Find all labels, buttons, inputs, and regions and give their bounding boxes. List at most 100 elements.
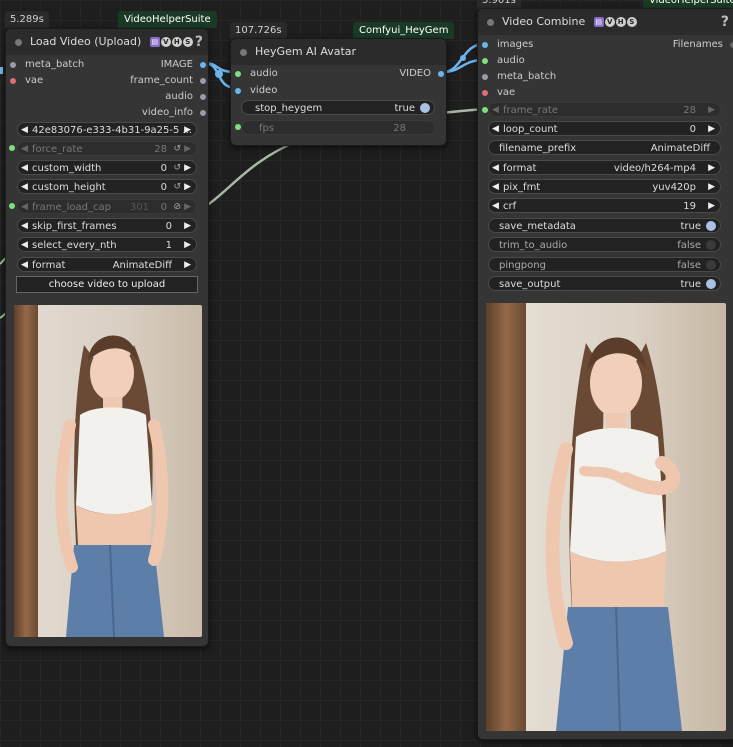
output-slot-audio[interactable]: audio	[165, 89, 206, 105]
arrow-right-icon[interactable]: ▶	[184, 123, 191, 138]
format-widget[interactable]: ◀ format video/h264-mp4 ▶	[488, 160, 721, 175]
trim-to-audio-toggle[interactable]: trim_to_audio false	[488, 237, 721, 252]
reset-icon[interactable]: ↺	[173, 142, 181, 157]
reset-icon[interactable]: ↺	[173, 180, 181, 195]
arrow-left-icon[interactable]: ◀	[492, 161, 499, 176]
slot-dot-icon	[10, 62, 16, 68]
arrow-right-icon[interactable]: ▶	[708, 161, 715, 176]
pingpong-toggle[interactable]: pingpong false	[488, 257, 721, 272]
arrow-right-icon[interactable]: ▶	[184, 219, 191, 234]
widget-hint: 301	[129, 202, 149, 213]
widget-label: loop_count	[503, 124, 558, 135]
widget-label: custom_width	[32, 163, 102, 174]
arrow-left-icon[interactable]: ◀	[21, 200, 28, 215]
video-combine-title-bar[interactable]: Video Combine ▤ V H S ?	[478, 9, 733, 35]
arrow-right-icon[interactable]: ▶	[184, 161, 191, 176]
arrow-left-icon[interactable]: ◀	[21, 258, 28, 273]
video-file-selector[interactable]: ◀ 42e83076-e333-4b31-9a25-5 ... ▶	[17, 122, 197, 137]
help-icon[interactable]: ?	[195, 29, 203, 55]
film-icon: ▤	[593, 17, 604, 27]
arrow-left-icon[interactable]: ◀	[21, 123, 28, 138]
save-metadata-toggle[interactable]: save_metadata true	[488, 218, 721, 233]
node-title: Video Combine	[502, 15, 586, 28]
widget-label: filename_prefix	[499, 143, 577, 154]
stop-heygem-toggle[interactable]: stop_heygem true	[241, 100, 435, 115]
widget-input-dot-icon[interactable]	[9, 145, 15, 151]
arrow-left-icon[interactable]: ◀	[21, 219, 28, 234]
custom-height-widget[interactable]: ◀ custom_height 0 ↺ ▶	[17, 179, 197, 194]
collapse-dot-icon[interactable]	[240, 49, 247, 56]
arrow-left-icon[interactable]: ◀	[21, 238, 28, 253]
crf-widget[interactable]: ◀ crf 19 ▶	[488, 198, 721, 213]
arrow-left-icon[interactable]: ◀	[492, 180, 499, 195]
reset-icon[interactable]: ⊘	[173, 200, 181, 215]
slot-label: video_info	[141, 107, 193, 118]
arrow-right-icon[interactable]: ▶	[184, 258, 191, 273]
arrow-right-icon[interactable]: ▶	[708, 103, 715, 118]
input-slot-audio[interactable]: audio	[482, 53, 525, 69]
badge-v: V	[604, 17, 615, 27]
pix-fmt-widget[interactable]: ◀ pix_fmt yuv420p ▶	[488, 179, 721, 194]
save-output-toggle[interactable]: save_output true	[488, 276, 721, 291]
input-slot-vae[interactable]: vae	[10, 73, 43, 89]
select-every-nth-widget[interactable]: ◀ select_every_nth 1 ▶	[17, 237, 197, 252]
badge-s: S	[182, 37, 193, 47]
input-slot-vae[interactable]: vae	[482, 85, 515, 101]
heygem-title-bar[interactable]: HeyGem AI Avatar	[231, 39, 446, 65]
skip-first-frames-widget[interactable]: ◀ skip_first_frames 0 ▶	[17, 218, 197, 233]
output-slot-image[interactable]: IMAGE	[161, 57, 206, 73]
format-widget[interactable]: ◀ format AnimateDiff ▶	[17, 257, 197, 272]
input-slot-meta-batch[interactable]: meta_batch	[10, 57, 84, 73]
help-icon[interactable]: ?	[721, 9, 729, 35]
arrow-right-icon[interactable]: ▶	[708, 122, 715, 137]
arrow-right-icon[interactable]: ▶	[708, 180, 715, 195]
pack-tag-heygem: Comfyui_HeyGem	[353, 22, 455, 39]
video-preview[interactable]	[14, 305, 202, 637]
load-video-node[interactable]: Load Video (Upload) ▤ V H S ? meta_batch va…	[5, 28, 209, 647]
arrow-left-icon[interactable]: ◀	[21, 142, 28, 157]
loop-count-widget[interactable]: ◀ loop_count 0 ▶	[488, 121, 721, 136]
output-slot-frame-count[interactable]: frame_count	[130, 73, 206, 89]
input-slot-video[interactable]: video	[235, 83, 277, 99]
frame-rate-widget[interactable]: ◀ frame_rate 28 ▶	[488, 102, 721, 117]
upload-button[interactable]: choose video to upload	[16, 276, 198, 293]
slot-label: vae	[497, 87, 516, 98]
arrow-right-icon[interactable]: ▶	[184, 238, 191, 253]
input-slot-meta-batch[interactable]: meta_batch	[482, 69, 556, 85]
arrow-left-icon[interactable]: ◀	[492, 103, 499, 118]
slot-dot-icon	[200, 110, 206, 116]
input-slot-audio[interactable]: audio	[235, 66, 278, 82]
toggle-knob-icon	[706, 279, 716, 289]
custom-width-widget[interactable]: ◀ custom_width 0 ↺ ▶	[17, 160, 197, 175]
arrow-right-icon[interactable]: ▶	[708, 199, 715, 214]
widget-value: 28	[393, 123, 406, 134]
slot-label: vae	[25, 75, 44, 86]
arrow-left-icon[interactable]: ◀	[492, 199, 499, 214]
slot-dot-icon	[235, 71, 241, 77]
output-slot-video-info[interactable]: video_info	[142, 105, 206, 121]
arrow-left-icon[interactable]: ◀	[21, 180, 28, 195]
arrow-left-icon[interactable]: ◀	[492, 122, 499, 137]
arrow-right-icon[interactable]: ▶	[184, 142, 191, 157]
arrow-right-icon[interactable]: ▶	[184, 180, 191, 195]
filename-prefix-widget[interactable]: filename_prefix AnimateDiff	[488, 140, 721, 155]
video-output-preview[interactable]	[486, 303, 726, 731]
output-slot-video[interactable]: VIDEO	[399, 66, 444, 82]
video-combine-node[interactable]: Video Combine ▤ V H S ? images audio meta_b…	[477, 8, 733, 740]
arrow-left-icon[interactable]: ◀	[21, 161, 28, 176]
load-video-title-bar[interactable]: Load Video (Upload) ▤ V H S ?	[6, 29, 208, 55]
output-slot-filenames[interactable]: Filenames	[673, 37, 733, 53]
collapse-dot-icon[interactable]	[487, 19, 494, 26]
slot-label: meta_batch	[497, 71, 557, 82]
fps-widget[interactable]: fps 28	[241, 120, 435, 135]
input-slot-images[interactable]: images	[482, 37, 533, 53]
arrow-right-icon[interactable]: ▶	[184, 200, 191, 215]
force-rate-widget[interactable]: ◀ force_rate 28 ↺ ▶	[17, 141, 197, 156]
widget-label: save_output	[499, 279, 561, 290]
heygem-node[interactable]: HeyGem AI Avatar audio video VIDEO stop_…	[230, 38, 447, 146]
collapse-dot-icon[interactable]	[15, 39, 22, 46]
frame-load-cap-widget[interactable]: ◀ frame_load_cap 301 0 ⊘ ▶	[17, 199, 197, 214]
widget-input-dot-icon[interactable]	[9, 203, 15, 209]
reset-icon[interactable]: ↺	[173, 161, 181, 176]
widget-label: skip_first_frames	[32, 221, 117, 232]
